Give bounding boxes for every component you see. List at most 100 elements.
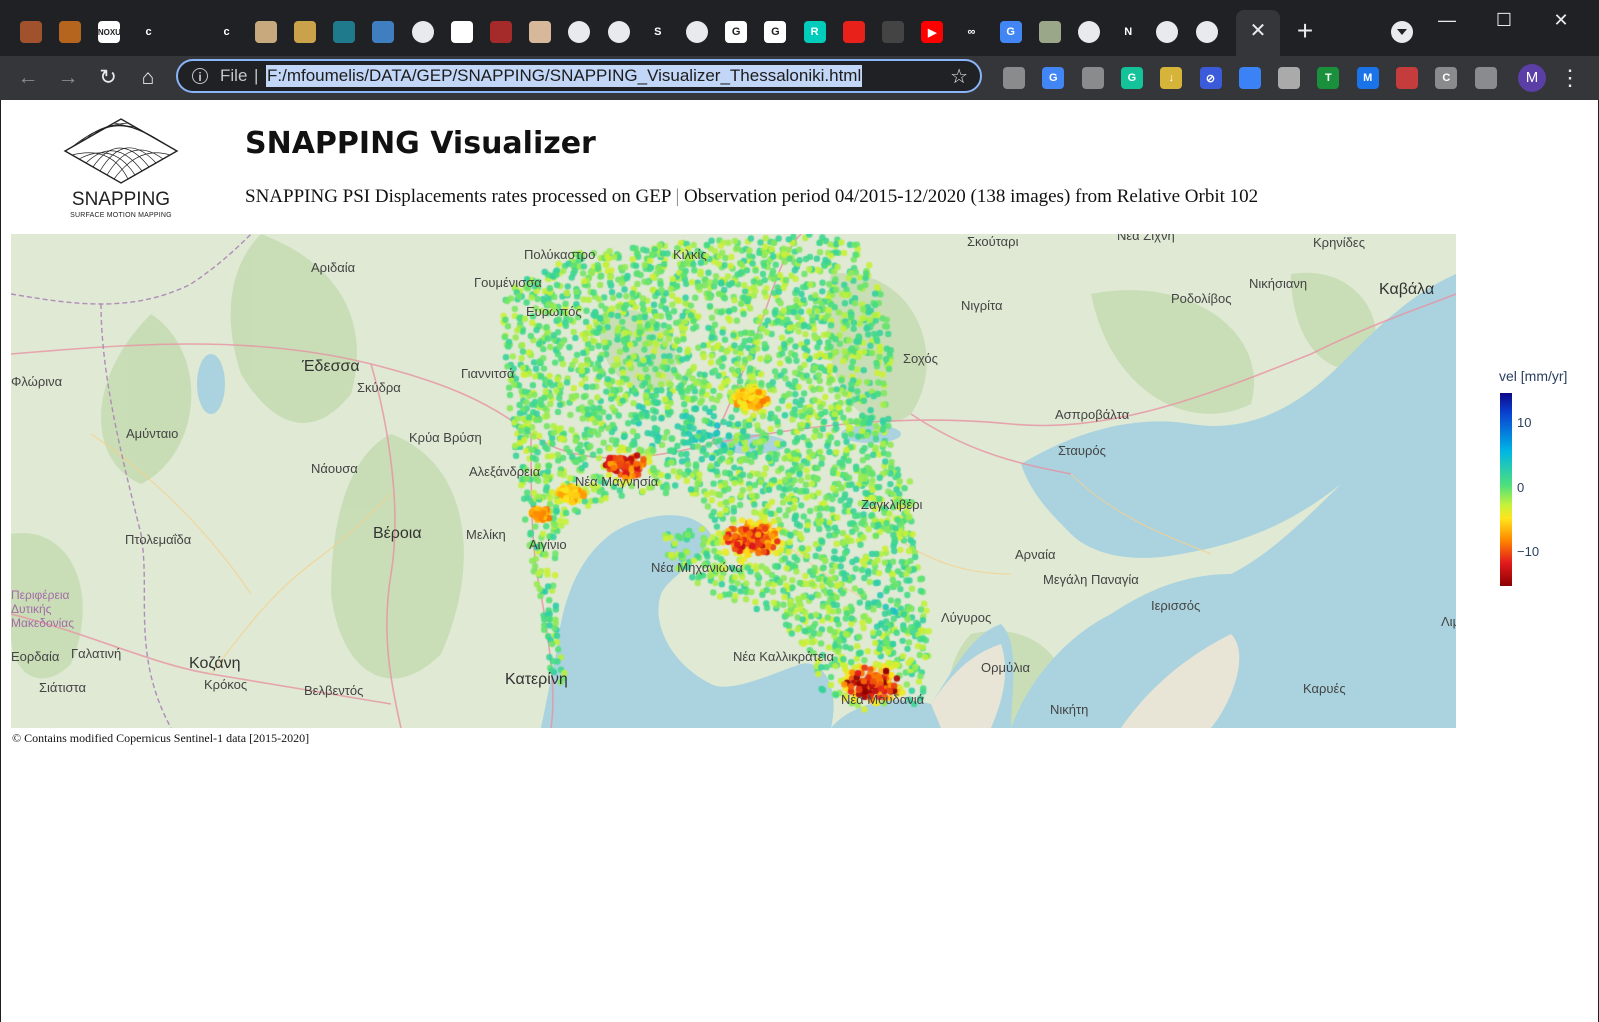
- tab-favicon-s[interactable]: S: [647, 21, 669, 43]
- map-label: Λιμένας: [1441, 614, 1456, 629]
- ext-t-icon[interactable]: T: [1317, 67, 1340, 89]
- map-label: Κοζάνη: [189, 655, 241, 672]
- url-separator: |: [254, 66, 259, 85]
- subtitle-observation: Observation period 04/2015-12/2020 (138 …: [684, 186, 1259, 207]
- snapping-logo: SNAPPING SURFACE MOTION MAPPING: [51, 115, 191, 225]
- map-label: Κιλκίς: [673, 247, 707, 262]
- tab-search-button[interactable]: [1391, 21, 1413, 43]
- tab-favicon-link[interactable]: ∞: [960, 21, 982, 43]
- url-text[interactable]: F:/mfoumelis/DATA/GEP/SNAPPING/SNAPPING_…: [266, 65, 863, 87]
- tab-favicon-chrome4[interactable]: [1195, 21, 1218, 43]
- tab-favicon-c2[interactable]: c: [216, 21, 238, 43]
- tab-favicon-blue[interactable]: [372, 21, 395, 43]
- map-view[interactable]: Αριδαία Πολύκαστρο Κιλκίς Σκούταρι Νέα Ζίχνη…: [11, 234, 1456, 728]
- map-label: Αιγίνιο: [529, 537, 567, 552]
- tab-favicon-scroll[interactable]: [254, 21, 277, 43]
- map-label: Βελβεντός: [304, 683, 364, 698]
- tab-favicon-beige[interactable]: [529, 21, 552, 43]
- tab-favicon-chrome2[interactable]: [1078, 21, 1100, 43]
- ext-grammarly-icon[interactable]: G: [1120, 67, 1143, 89]
- map-label: Καρυές: [1303, 681, 1346, 696]
- map-label: Σκύδρα: [357, 380, 401, 395]
- browser-menu-icon[interactable]: ⋮: [1559, 64, 1581, 92]
- address-bar[interactable]: i File | F:/mfoumelis/DATA/GEP/SNAPPING/…: [176, 59, 982, 93]
- tab-favicon-c1[interactable]: c: [138, 21, 160, 43]
- ext-square-icon[interactable]: [1278, 67, 1301, 89]
- page-subtitle: SNAPPING PSI Displacements rates process…: [245, 186, 1258, 208]
- ext-mortarboard-icon[interactable]: [1238, 67, 1261, 89]
- map-label: Μεγάλη Παναγία: [1043, 572, 1139, 587]
- data-credit: © Contains modified Copernicus Sentinel-…: [12, 731, 310, 745]
- tab-favicon-chrome3[interactable]: [1156, 21, 1179, 43]
- home-button[interactable]: ⌂: [134, 64, 162, 92]
- forward-button[interactable]: →: [54, 64, 82, 92]
- tab-favicon-photo[interactable]: [1038, 21, 1061, 43]
- map-label: Ορμύλια: [981, 660, 1031, 675]
- map-label: Κρόκος: [204, 677, 248, 692]
- back-button[interactable]: ←: [14, 64, 42, 92]
- tab-favicon-2[interactable]: [59, 21, 82, 43]
- tab-favicon-chrome1[interactable]: [686, 21, 708, 43]
- tab-favicon-google2[interactable]: G: [764, 21, 787, 43]
- tab-favicon-bw[interactable]: [450, 21, 473, 43]
- tab-favicon-coin[interactable]: [294, 21, 316, 43]
- tab-favicon-redcircle[interactable]: [842, 21, 865, 43]
- map-label: Σιάτιστα: [39, 680, 86, 695]
- tab-favicon-globe2[interactable]: [568, 21, 591, 43]
- ext-block-icon[interactable]: ⊘: [1199, 67, 1222, 89]
- ext-c-icon[interactable]: C: [1435, 67, 1458, 89]
- map-label: Αμύνταιο: [126, 426, 179, 441]
- bookmark-star-icon[interactable]: ☆: [950, 64, 968, 89]
- tab-favicon-rg[interactable]: R: [803, 21, 826, 43]
- colorbar: [1500, 393, 1512, 586]
- maximize-button[interactable]: ☐: [1484, 8, 1524, 32]
- tab-favicon-red[interactable]: [490, 21, 512, 43]
- tab-favicon-google1[interactable]: G: [725, 21, 748, 43]
- logo-tagline: SURFACE MOTION MAPPING: [70, 212, 172, 219]
- map-label: Γουμένισσα: [474, 275, 542, 290]
- close-tab-icon[interactable]: ✕: [1245, 18, 1271, 44]
- tab-favicon-youtube[interactable]: ▶: [921, 21, 944, 43]
- ext-puzzle-icon[interactable]: [1474, 67, 1497, 89]
- ext-download-icon[interactable]: ↓: [1160, 67, 1183, 89]
- map-label: Νιγρίτα: [961, 298, 1003, 313]
- tab-favicon-hat[interactable]: [882, 21, 904, 43]
- minimize-button[interactable]: —: [1427, 8, 1467, 32]
- ext-m-icon[interactable]: M: [1356, 67, 1379, 89]
- colorbar-tick-0: 0: [1517, 480, 1525, 495]
- map-label: Πολύκαστρο: [524, 247, 596, 262]
- tab-favicon-translate[interactable]: G: [999, 21, 1022, 43]
- map-label: Αλεξάνδρεια: [469, 464, 541, 479]
- ext-printer-icon[interactable]: [1396, 67, 1418, 89]
- map-label: Περιφέρεια Δυτικής Μακεδονίας: [11, 588, 75, 630]
- site-info-icon[interactable]: i: [192, 68, 208, 84]
- page-content: SNAPPING SURFACE MOTION MAPPING SNAPPING…: [1, 100, 1598, 1022]
- reload-button[interactable]: ↻: [94, 64, 122, 92]
- map-label: Νέα Καλλικράτεια: [733, 649, 834, 664]
- map-label: Καβάλα: [1379, 281, 1435, 298]
- map-label: Νέα Μηχανιώνα: [651, 560, 743, 575]
- tab-favicon-globe1[interactable]: [411, 21, 434, 43]
- map-label: Γαλατινή: [71, 646, 122, 661]
- ext-icon-1[interactable]: [1003, 67, 1025, 89]
- tab-favicon-netflix[interactable]: N: [1117, 21, 1139, 43]
- close-window-button[interactable]: ✕: [1541, 8, 1581, 32]
- ext-google-translate-icon[interactable]: G: [1042, 67, 1065, 89]
- tab-favicon-noxu[interactable]: NOXU: [98, 21, 121, 43]
- profile-avatar[interactable]: M: [1518, 64, 1546, 92]
- logo-wordmark: SNAPPING: [71, 189, 171, 210]
- map-label: Ιερισσός: [1151, 598, 1201, 613]
- map-label: Γιαννιτσά: [461, 366, 515, 381]
- colorbar-tick-minus10: −10: [1517, 544, 1540, 559]
- tab-favicon-globe3[interactable]: [607, 21, 630, 43]
- browser-toolbar: ← → ↻ ⌂ i File | F:/mfoumelis/DATA/GEP/S…: [0, 56, 1599, 100]
- map-label: Ασπροβάλτα: [1055, 407, 1130, 422]
- subtitle-processing: SNAPPING PSI Displacements rates process…: [245, 186, 671, 207]
- new-tab-button[interactable]: +: [1289, 15, 1321, 47]
- map-label: Νέα Ζίχνη: [1117, 234, 1175, 243]
- tab-favicon-1[interactable]: [20, 21, 42, 43]
- map-label: Λύγυρος: [941, 610, 992, 625]
- colorbar-tick-10: 10: [1517, 415, 1532, 430]
- tab-favicon-sdf[interactable]: [333, 21, 356, 43]
- ext-location-icon[interactable]: [1081, 67, 1104, 89]
